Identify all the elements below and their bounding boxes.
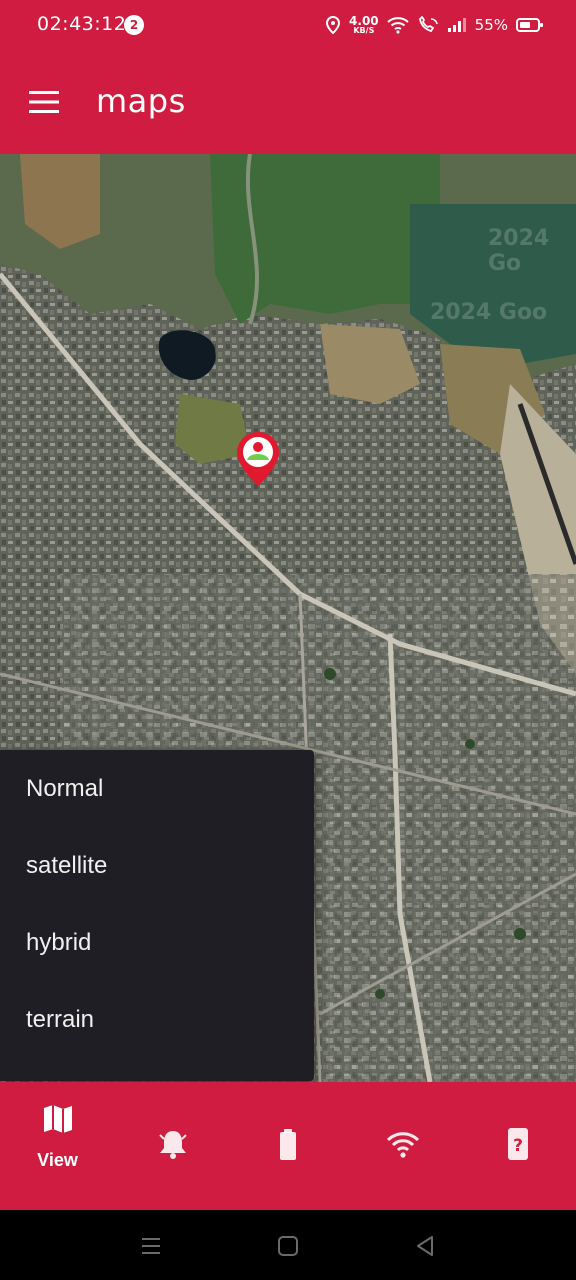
nav-item-wifi[interactable] [345, 1082, 460, 1210]
status-icons: 4.00 KB/S 55% [325, 12, 544, 38]
bottom-navigation: View ? [0, 1082, 576, 1210]
location-marker-icon[interactable] [234, 430, 282, 488]
map-watermark: 2024 Goo [430, 300, 548, 325]
map-type-terrain[interactable]: terrain [0, 993, 314, 1070]
home-icon[interactable] [273, 1232, 303, 1260]
battery-status-icon [516, 18, 543, 32]
map-type-menu: Normal satellite hybrid terrain [0, 750, 314, 1081]
map-watermark: 2024 Go [488, 226, 550, 276]
nav-item-device-help[interactable]: ? [460, 1082, 575, 1210]
nav-item-battery[interactable] [230, 1082, 345, 1210]
app-bar: maps [0, 50, 576, 154]
back-icon[interactable] [410, 1232, 440, 1260]
battery-icon [279, 1129, 296, 1160]
map-icon [43, 1105, 72, 1133]
signal-icon [447, 18, 466, 32]
net-speed-unit: KB/S [353, 26, 375, 35]
battery-percent: 55% [474, 16, 508, 34]
phone-help-icon: ? [507, 1128, 528, 1160]
notification-badge: 2 [124, 15, 144, 35]
status-time: 02:43:12 [37, 13, 127, 35]
map-type-satellite[interactable]: satellite [0, 839, 314, 916]
svg-text:?: ? [513, 1136, 523, 1156]
wifi-status-icon [386, 17, 409, 34]
location-icon [326, 16, 341, 34]
wifi-icon [386, 1132, 419, 1158]
wifi-calling-icon [418, 16, 438, 33]
nav-item-view[interactable]: View [0, 1082, 115, 1210]
net-speed: 4.00 KB/S [349, 15, 379, 35]
map-type-normal[interactable]: Normal [0, 762, 314, 839]
map-type-hybrid[interactable]: hybrid [0, 916, 314, 993]
bell-icon [158, 1131, 187, 1159]
page-title: maps [96, 82, 186, 120]
system-navigation-bar [0, 1210, 576, 1280]
recent-apps-icon[interactable] [136, 1232, 166, 1260]
nav-item-alerts[interactable] [115, 1082, 230, 1210]
status-bar: 02:43:12 2 4.00 KB/S 55% [0, 0, 576, 50]
hamburger-menu-icon[interactable] [20, 78, 68, 126]
nav-label-view: View [37, 1150, 78, 1170]
